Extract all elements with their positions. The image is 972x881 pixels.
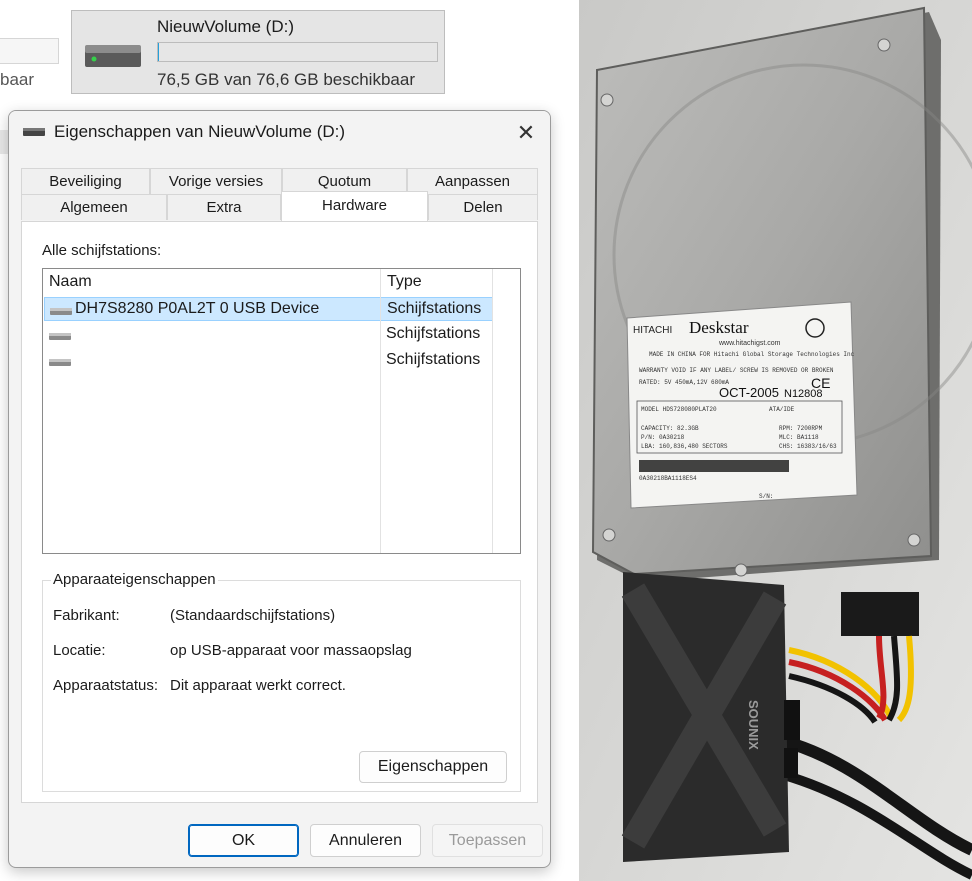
drive-usage-bar [157, 42, 438, 62]
label-rated: RATED: 5V 450mA,12V 680mA [639, 379, 729, 386]
label-interface: ATA/IDE [769, 406, 795, 413]
list-item[interactable]: Schijfstations [44, 349, 493, 373]
all-drives-label: Alle schijfstations: [42, 242, 162, 259]
label-pn: P/N: 0A30218 [641, 434, 685, 441]
column-separator [380, 295, 381, 553]
device-drive-icon [49, 333, 71, 340]
location-value: op USB-apparaat voor massaopslag [170, 642, 412, 659]
label-made-in: MADE IN CHINA FOR Hitachi Global Storage… [649, 351, 855, 358]
label-site: www.hitachigst.com [718, 340, 781, 347]
properties-button[interactable]: Eigenschappen [359, 751, 507, 783]
dialog-titlebar[interactable]: Eigenschappen van NieuwVolume (D:) ✕ [9, 111, 550, 155]
label-date: OCT-2005 [719, 385, 779, 400]
label-mlc: MLC: BA1118 [779, 434, 819, 441]
device-type: Schijfstations [386, 351, 481, 368]
label-capacity: CAPACITY: 82.3GB [641, 425, 699, 432]
drive-free-space: 76,5 GB van 76,6 GB beschikbaar [157, 70, 415, 89]
column-separator [492, 295, 493, 553]
drive-name: NieuwVolume (D:) [157, 17, 294, 36]
label-chs: CHS: 16383/16/63 [779, 443, 837, 450]
dialog-title: Eigenschappen van NieuwVolume (D:) [54, 122, 346, 141]
label-sn: S/N: [759, 493, 773, 500]
background-text: baar [0, 70, 35, 89]
drive-icon [85, 45, 141, 67]
column-separator [492, 269, 493, 295]
label-barcode-text: 0A30218BA1118ES4 [639, 475, 697, 482]
list-item[interactable]: DH7S8280 P0AL2T 0 USB Device Schijfstati… [44, 297, 493, 321]
background-field [0, 38, 59, 64]
tab-extra[interactable]: Extra [167, 194, 281, 220]
location-label: Locatie: [53, 642, 106, 659]
adapter-brand: SOUNIX [746, 700, 761, 750]
usb-adapter: SOUNIX [621, 572, 800, 862]
device-type: Schijfstations [386, 325, 481, 342]
status-value: Dit apparaat werkt correct. [170, 677, 346, 694]
explorer-window: baar NieuwVolume (D:) 76,5 GB van 76,6 G… [0, 0, 566, 881]
device-name: DH7S8280 P0AL2T 0 USB Device [75, 300, 320, 317]
device-properties-group: Apparaateigenschappen Fabrikant: (Standa… [42, 571, 521, 792]
device-properties-title: Apparaateigenschappen [51, 571, 218, 588]
device-type: Schijfstations [387, 300, 482, 317]
apply-button[interactable]: Toepassen [432, 824, 543, 857]
close-icon[interactable]: ✕ [512, 119, 540, 147]
label-model-line: MODEL HDS728080PLAT20 [641, 406, 717, 413]
list-item[interactable]: Schijfstations [44, 323, 493, 347]
tab-delen[interactable]: Delen [428, 194, 538, 220]
column-header-type[interactable]: Type [381, 269, 493, 295]
molex-connector [841, 592, 919, 636]
device-drive-icon [49, 359, 71, 366]
tab-vorige-versies[interactable]: Vorige versies [150, 168, 282, 194]
hard-disk: HITACHI Deskstar www.hitachigst.com MADE… [591, 6, 972, 582]
tab-algemeen[interactable]: Algemeen [21, 194, 167, 220]
status-label: Apparaatstatus: [53, 677, 159, 694]
label-brand: HITACHI [633, 325, 672, 336]
tab-hardware[interactable]: Hardware [281, 191, 428, 221]
label-warranty: WARRANTY VOID IF ANY LABEL/ SCREW IS REM… [639, 367, 834, 374]
photo-illustration: HITACHI Deskstar www.hitachigst.com MADE… [579, 0, 972, 881]
ok-button[interactable]: OK [188, 824, 299, 857]
column-header-name[interactable]: Naam [43, 269, 381, 295]
hard-drive-photo: HITACHI Deskstar www.hitachigst.com MADE… [579, 0, 972, 881]
hardware-tab-panel: Alle schijfstations: Naam Type DH7S8280 … [21, 221, 538, 803]
label-lba: LBA: 160,836,480 SECTORS [641, 443, 728, 450]
manufacturer-label: Fabrikant: [53, 607, 120, 624]
properties-dialog: Eigenschappen van NieuwVolume (D:) ✕ Bev… [8, 110, 551, 868]
dialog-drive-icon [23, 128, 45, 136]
tab-beveiliging[interactable]: Beveiliging [21, 168, 150, 194]
label-barcode [639, 460, 789, 472]
label-ce-mark: CE [811, 375, 830, 391]
drive-usage-fill [158, 43, 159, 61]
drive-tile[interactable]: NieuwVolume (D:) 76,5 GB van 76,6 GB bes… [71, 10, 445, 94]
list-header: Naam Type [43, 269, 520, 295]
label-model: Deskstar [689, 318, 749, 337]
drives-list[interactable]: Naam Type DH7S8280 P0AL2T 0 USB Device S… [42, 268, 521, 554]
device-drive-icon [50, 308, 72, 315]
label-rpm: RPM: 7200RPM [779, 425, 823, 432]
manufacturer-value: (Standaardschijfstations) [170, 607, 336, 624]
cancel-button[interactable]: Annuleren [310, 824, 421, 857]
